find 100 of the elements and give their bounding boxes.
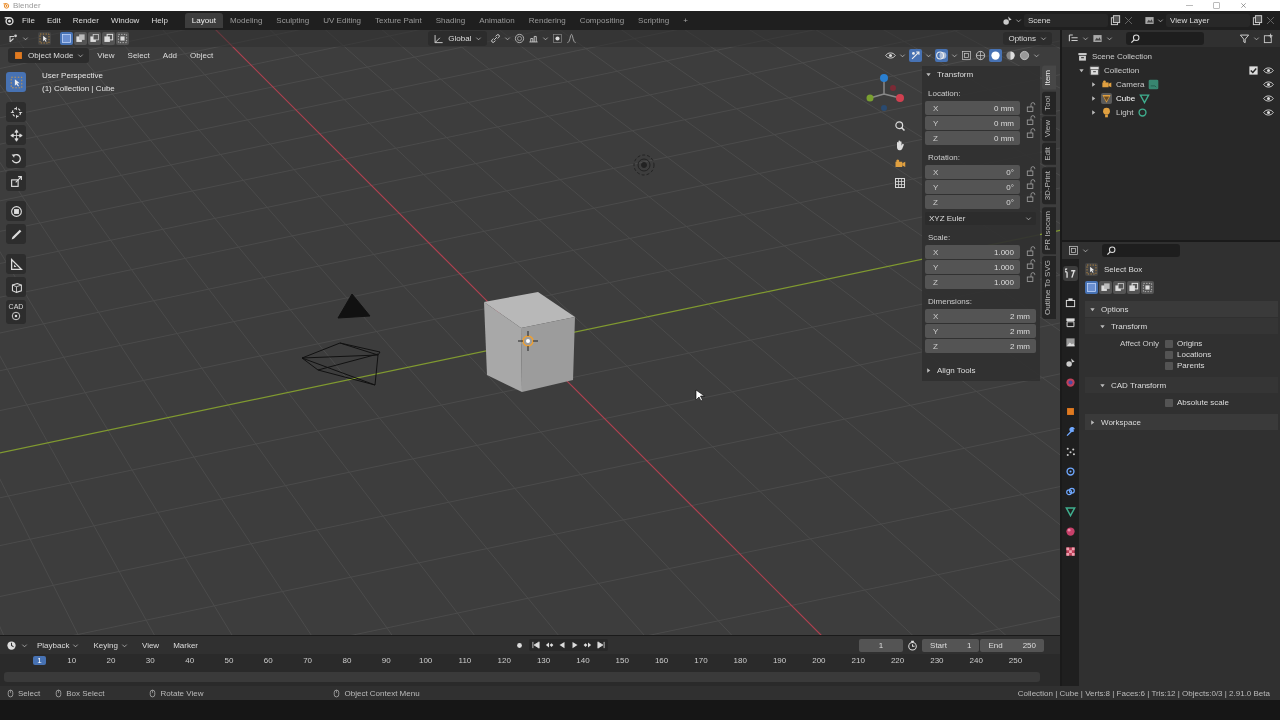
solid-shading-button[interactable] bbox=[989, 49, 1002, 62]
workspace-tab[interactable]: UV Editing bbox=[316, 13, 369, 28]
tool-button[interactable] bbox=[6, 254, 26, 274]
mode-button[interactable] bbox=[1113, 281, 1126, 294]
chevron-icon[interactable] bbox=[21, 641, 28, 649]
workspace-tab[interactable]: Sculpting bbox=[269, 13, 317, 28]
camera-icon[interactable] bbox=[894, 158, 906, 170]
number-field[interactable]: Y 2 mm bbox=[925, 324, 1036, 338]
sidebar-tab[interactable]: Edit bbox=[1042, 143, 1056, 166]
chevron-icon[interactable] bbox=[542, 35, 550, 42]
logo-icon[interactable] bbox=[4, 15, 15, 26]
menu-item[interactable]: Add bbox=[157, 49, 183, 62]
properties-tab[interactable] bbox=[1063, 524, 1078, 539]
eye-icon[interactable] bbox=[885, 50, 896, 61]
panel-header[interactable]: Align Tools bbox=[925, 364, 1036, 377]
mode-button[interactable] bbox=[102, 32, 115, 45]
properties-tab[interactable] bbox=[1063, 315, 1078, 330]
padlock-icon[interactable] bbox=[1026, 102, 1036, 112]
eye-icon[interactable] bbox=[1263, 106, 1274, 118]
panel-header[interactable]: Transform bbox=[1085, 318, 1278, 334]
menu-item[interactable]: Select bbox=[122, 49, 155, 62]
editor-type-icon[interactable] bbox=[8, 33, 19, 44]
end-frame-field[interactable]: End 250 bbox=[980, 638, 1044, 652]
triangle-icon[interactable] bbox=[1090, 80, 1097, 88]
sidebar-tab[interactable]: Outline To SVG bbox=[1042, 255, 1056, 319]
link-icon[interactable] bbox=[490, 33, 502, 44]
checkbox-option[interactable]: Locations bbox=[1165, 350, 1212, 359]
mode-button[interactable] bbox=[88, 32, 101, 45]
padlock-icon[interactable] bbox=[1026, 128, 1036, 138]
sidebar-tab[interactable]: View bbox=[1042, 116, 1056, 142]
mode-button[interactable] bbox=[116, 32, 129, 45]
menu-item[interactable]: Object bbox=[185, 49, 219, 62]
padlock-icon[interactable] bbox=[1026, 259, 1036, 269]
start-frame-field[interactable]: Start 1 bbox=[922, 638, 980, 652]
checkbox-icon[interactable] bbox=[1248, 64, 1259, 76]
squares-icon[interactable] bbox=[961, 50, 972, 61]
play-back-icon[interactable] bbox=[557, 640, 568, 651]
mode-button[interactable] bbox=[1099, 281, 1112, 294]
mode-button[interactable] bbox=[1127, 281, 1140, 294]
curve-icon[interactable] bbox=[566, 33, 578, 44]
number-field[interactable]: X 0° bbox=[925, 165, 1020, 179]
chevron-icon[interactable] bbox=[1082, 35, 1089, 42]
panel-header[interactable]: Transform bbox=[925, 68, 1036, 81]
menu-item[interactable]: View bbox=[136, 638, 165, 652]
tool-button[interactable] bbox=[6, 277, 26, 297]
tool-button[interactable] bbox=[6, 72, 26, 92]
tree-item[interactable]: Scene Collection bbox=[1092, 51, 1153, 61]
wireframe-sphere-icon[interactable] bbox=[975, 50, 986, 61]
skip-back-icon[interactable] bbox=[531, 640, 542, 651]
clock-icon[interactable] bbox=[6, 639, 17, 651]
search-field[interactable] bbox=[1102, 244, 1180, 257]
mode-button[interactable] bbox=[1141, 281, 1154, 294]
chevron-icon[interactable] bbox=[1157, 17, 1164, 24]
half-sphere-icon[interactable] bbox=[1005, 50, 1016, 61]
workspace-tab[interactable]: Animation bbox=[472, 13, 522, 28]
properties-tab[interactable] bbox=[1063, 504, 1078, 519]
number-field[interactable]: Z 0° bbox=[925, 195, 1020, 209]
rotation-mode-dropdown[interactable]: XYZ Euler bbox=[925, 212, 1036, 225]
padlock-icon[interactable] bbox=[1026, 166, 1036, 176]
menu-item[interactable]: Window bbox=[105, 14, 145, 27]
menu-item[interactable]: Playback bbox=[32, 638, 85, 652]
number-field[interactable]: Y 0° bbox=[925, 180, 1020, 194]
tree-item[interactable]: Cube bbox=[1116, 93, 1136, 103]
triangle-icon[interactable] bbox=[1078, 66, 1085, 74]
panel-header[interactable]: CAD Transform bbox=[1085, 377, 1278, 393]
new-collection-icon[interactable] bbox=[1263, 33, 1274, 44]
chevron-icon[interactable] bbox=[899, 52, 906, 59]
bars-icon[interactable] bbox=[528, 33, 540, 44]
menu-item[interactable]: Edit bbox=[41, 14, 66, 27]
menu-item[interactable]: File bbox=[17, 14, 40, 27]
checkbox-option[interactable]: Origins bbox=[1165, 339, 1203, 348]
sidebar-tab[interactable]: Tool bbox=[1042, 91, 1056, 115]
padlock-icon[interactable] bbox=[1026, 179, 1036, 189]
list-icon[interactable] bbox=[1068, 33, 1079, 44]
overlay-button[interactable] bbox=[935, 49, 948, 62]
zoom-icon[interactable] bbox=[894, 120, 906, 132]
padlock-icon[interactable] bbox=[1026, 272, 1036, 282]
chevron-icon[interactable] bbox=[951, 52, 958, 59]
padlock-icon[interactable] bbox=[1026, 246, 1036, 256]
menu-item[interactable]: Keying bbox=[88, 638, 133, 652]
triangle-icon[interactable] bbox=[1090, 108, 1097, 116]
hand-icon[interactable] bbox=[894, 139, 906, 151]
mode-button[interactable] bbox=[74, 32, 87, 45]
image-icon[interactable] bbox=[1092, 33, 1103, 44]
workspace-tab[interactable]: Layout bbox=[184, 13, 223, 28]
tool-button[interactable] bbox=[6, 171, 26, 191]
image-icon[interactable] bbox=[1144, 15, 1155, 26]
number-field[interactable]: X 1.000 bbox=[925, 245, 1020, 259]
circle-icon[interactable] bbox=[514, 33, 526, 44]
chevron-icon[interactable] bbox=[925, 52, 932, 59]
select-tool-button[interactable] bbox=[1085, 263, 1098, 276]
sphere-icon[interactable] bbox=[1019, 50, 1030, 61]
stopwatch-icon[interactable] bbox=[907, 639, 919, 651]
cube-drawing[interactable] bbox=[484, 292, 575, 392]
menu-item[interactable]: Marker bbox=[168, 638, 204, 652]
select-tool-button[interactable] bbox=[38, 32, 51, 45]
panel-header[interactable]: Options bbox=[1085, 301, 1278, 317]
menu-item[interactable]: View bbox=[92, 49, 120, 62]
properties-tab[interactable] bbox=[1063, 464, 1078, 479]
ring-icon[interactable] bbox=[1137, 106, 1149, 118]
